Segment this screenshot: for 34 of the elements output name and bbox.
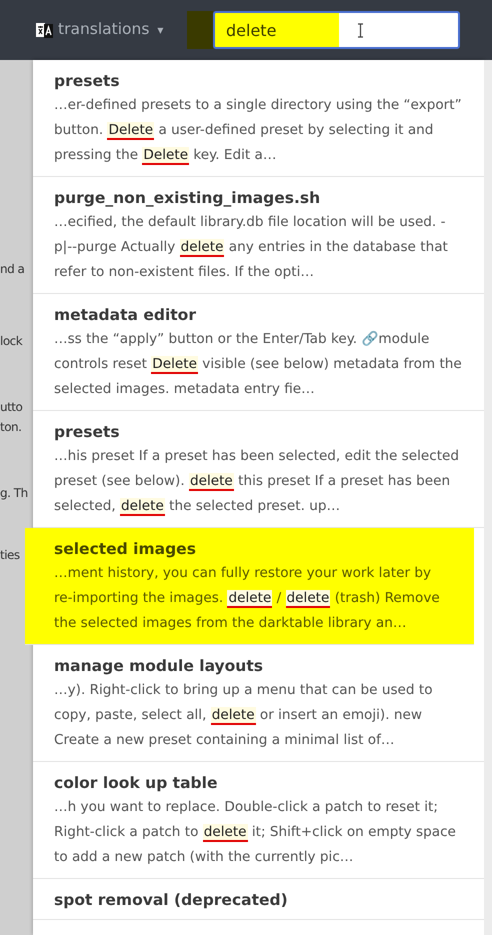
result-title: color look up table bbox=[54, 773, 218, 794]
search-result[interactable]: metadata editor …ss the “apply” button or the Enter/Tab key. 🔗module controls reset Delete visible (see below) metadata from the selected images. metadata entry fie… bbox=[33, 294, 484, 411]
background-text: utto bbox=[0, 399, 22, 416]
search-result[interactable]: color look up table …h you want to replace. Double-click a patch to reset it; Right-click a patch to delete it; Shift+click on empty space to add a new patch (with the currently pic… bbox=[33, 762, 484, 879]
search-result[interactable]: selected images …ment history, you can fully restore your work later by re-importing the images. delete / delete (trash) Remove the selected images from the darktable library an… bbox=[25, 528, 474, 645]
translations-menu[interactable]: translations ▾ bbox=[36, 18, 164, 42]
background-text: nd a bbox=[0, 261, 24, 278]
search-result[interactable]: spot removal (deprecated) bbox=[33, 879, 484, 920]
background-text: g. Th bbox=[0, 485, 28, 502]
result-snippet: …er-defined presets to a single directory using the “export” button. Delete a user-defined preset by selecting it and pressing the Delete key. Edit a… bbox=[54, 96, 463, 167]
result-title: metadata editor bbox=[54, 305, 197, 326]
result-snippet: …y). Right-click to bring up a menu that can be used to copy, paste, select all, delete or insert an emoji). new Create a new preset containing a minimal list of… bbox=[54, 681, 434, 750]
result-snippet: …h you want to replace. Double-click a patch to reset it; Right-click a patch to delete it; Shift+click on empty space to add a new patch (with the currently pic… bbox=[54, 798, 457, 867]
search-result[interactable]: manage module layouts …y). Right-click to bring up a menu that can be used to copy, paste, select all, delete or insert an emoji). new Create a new preset containing a minimal list of… bbox=[33, 645, 484, 762]
result-title: selected images bbox=[54, 539, 197, 560]
background-text: lock bbox=[0, 333, 22, 350]
background-text: ties bbox=[0, 547, 20, 564]
result-snippet: …ment history, you can fully restore your work later by re-importing the images. delete / delete (trash) Remove the selected images from the darktable library an… bbox=[54, 564, 441, 633]
result-title: presets bbox=[54, 422, 121, 443]
search-field[interactable]: delete bbox=[213, 11, 460, 49]
caret-icon: ▾ bbox=[157, 21, 164, 39]
search-result[interactable]: purge_non_existing_images.sh …ecified, the default library.db file location will be used. -p|--purge Actually delete any entries in the database that refer to non-existent files. If the opti… bbox=[33, 177, 484, 294]
result-snippet: …ss the “apply” button or the Enter/Tab key. 🔗module controls reset Delete visible (see below) metadata from the selected images. metadata entry fie… bbox=[54, 330, 463, 399]
background-text: ton. bbox=[0, 419, 22, 436]
result-snippet: …his preset If a preset has been selected, edit the selected preset (see below). delete this preset If a preset has been selected, delete the selected preset. up… bbox=[54, 447, 460, 518]
result-title: presets bbox=[54, 71, 121, 92]
text-cursor-icon bbox=[357, 23, 364, 38]
result-snippet: …ecified, the default library.db file location will be used. -p|--purge Actually delete any entries in the database that refer to non-existent files. If the opti… bbox=[54, 213, 449, 282]
search-result[interactable]: presets …his preset If a preset has been selected, edit the selected preset (see below). delete this preset If a preset has been selected, delete the selected preset. up… bbox=[33, 411, 484, 528]
result-title: spot removal (deprecated) bbox=[54, 890, 289, 911]
result-title: manage module layouts bbox=[54, 656, 264, 677]
result-title: purge_non_existing_images.sh bbox=[54, 188, 322, 209]
search-result[interactable]: presets …er-defined presets to a single directory using the “export” button. Delete a user-defined preset by selecting it and pressing the Delete key. Edit a… bbox=[33, 60, 484, 177]
translate-icon bbox=[36, 22, 53, 38]
